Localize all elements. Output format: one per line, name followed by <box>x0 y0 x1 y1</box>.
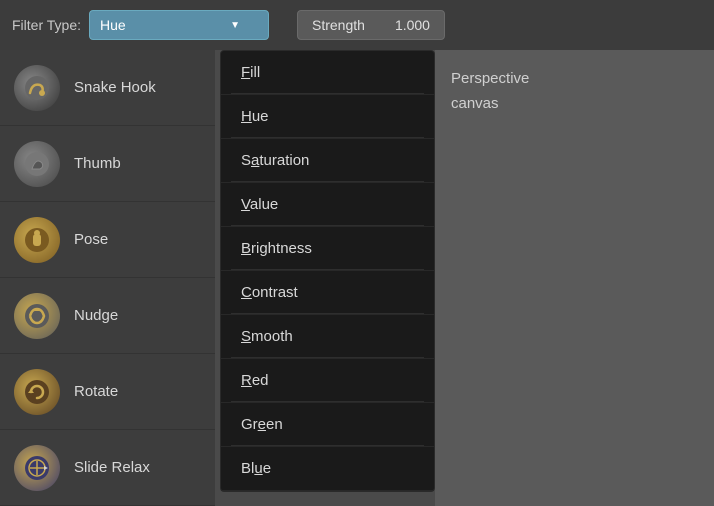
dropdown-item-green-label: Green <box>241 416 283 433</box>
dropdown-item-contrast-label: Contrast <box>241 284 298 301</box>
top-bar: Filter Type: Hue ▼ Strength 1.000 <box>0 0 714 50</box>
sidebar-item-snake-hook[interactable]: Snake Hook <box>0 50 215 126</box>
filter-type-dropdown[interactable]: Hue ▼ <box>89 10 269 40</box>
strength-label: Strength <box>312 17 365 33</box>
dropdown-item-green[interactable]: Green <box>221 403 434 447</box>
filter-type-value: Hue <box>100 17 126 33</box>
dropdown-item-value-label: Value <box>241 196 278 213</box>
rotate-icon <box>14 369 60 415</box>
sidebar-item-nudge[interactable]: Nudge <box>0 278 215 354</box>
sidebar-item-label-pose: Pose <box>74 231 108 248</box>
filter-type-label: Filter Type: <box>12 17 81 33</box>
strength-value: 1.000 <box>395 17 430 33</box>
dropdown-item-hue[interactable]: Hue <box>221 95 434 139</box>
dropdown-item-red[interactable]: Red <box>221 359 434 403</box>
nudge-icon <box>14 293 60 339</box>
dropdown-item-hue-label: Hue <box>241 108 269 125</box>
sidebar-item-thumb[interactable]: Thumb <box>0 126 215 202</box>
dropdown-arrow-icon: ▼ <box>230 20 240 31</box>
sidebar-item-pose[interactable]: Pose <box>0 202 215 278</box>
strength-control[interactable]: Strength 1.000 <box>297 10 445 40</box>
sidebar: Snake Hook Thumb Pose N <box>0 50 215 506</box>
sidebar-item-rotate[interactable]: Rotate <box>0 354 215 430</box>
dropdown-item-brightness-label: Brightness <box>241 240 312 257</box>
dropdown-item-red-label: Red <box>241 372 269 389</box>
sidebar-item-label-thumb: Thumb <box>74 155 121 172</box>
perspective-label: Perspective <box>451 70 529 87</box>
filter-dropdown-menu: Fill Hue Saturation Value Brightness Con… <box>220 50 435 492</box>
pose-icon <box>14 217 60 263</box>
dropdown-item-contrast[interactable]: Contrast <box>221 271 434 315</box>
dropdown-item-fill-label: Fill <box>241 64 260 81</box>
dropdown-item-blue[interactable]: Blue <box>221 447 434 491</box>
sidebar-item-label-nudge: Nudge <box>74 307 118 324</box>
snake-hook-icon <box>14 65 60 111</box>
dropdown-item-value[interactable]: Value <box>221 183 434 227</box>
dropdown-item-smooth-label: Smooth <box>241 328 293 345</box>
dropdown-item-blue-label: Blue <box>241 460 271 477</box>
dropdown-item-saturation[interactable]: Saturation <box>221 139 434 183</box>
dropdown-item-saturation-label: Saturation <box>241 152 309 169</box>
dropdown-item-fill[interactable]: Fill <box>221 51 434 95</box>
canvas-label: canvas <box>451 95 499 112</box>
sidebar-item-label-slide-relax: Slide Relax <box>74 459 150 476</box>
slide-relax-icon <box>14 445 60 491</box>
sidebar-item-label-rotate: Rotate <box>74 383 118 400</box>
sidebar-item-label-snake-hook: Snake Hook <box>74 79 156 96</box>
dropdown-item-brightness[interactable]: Brightness <box>221 227 434 271</box>
sidebar-item-slide-relax[interactable]: Slide Relax <box>0 430 215 506</box>
thumb-icon <box>14 141 60 187</box>
viewport-area: Perspective canvas <box>435 50 714 506</box>
dropdown-item-smooth[interactable]: Smooth <box>221 315 434 359</box>
